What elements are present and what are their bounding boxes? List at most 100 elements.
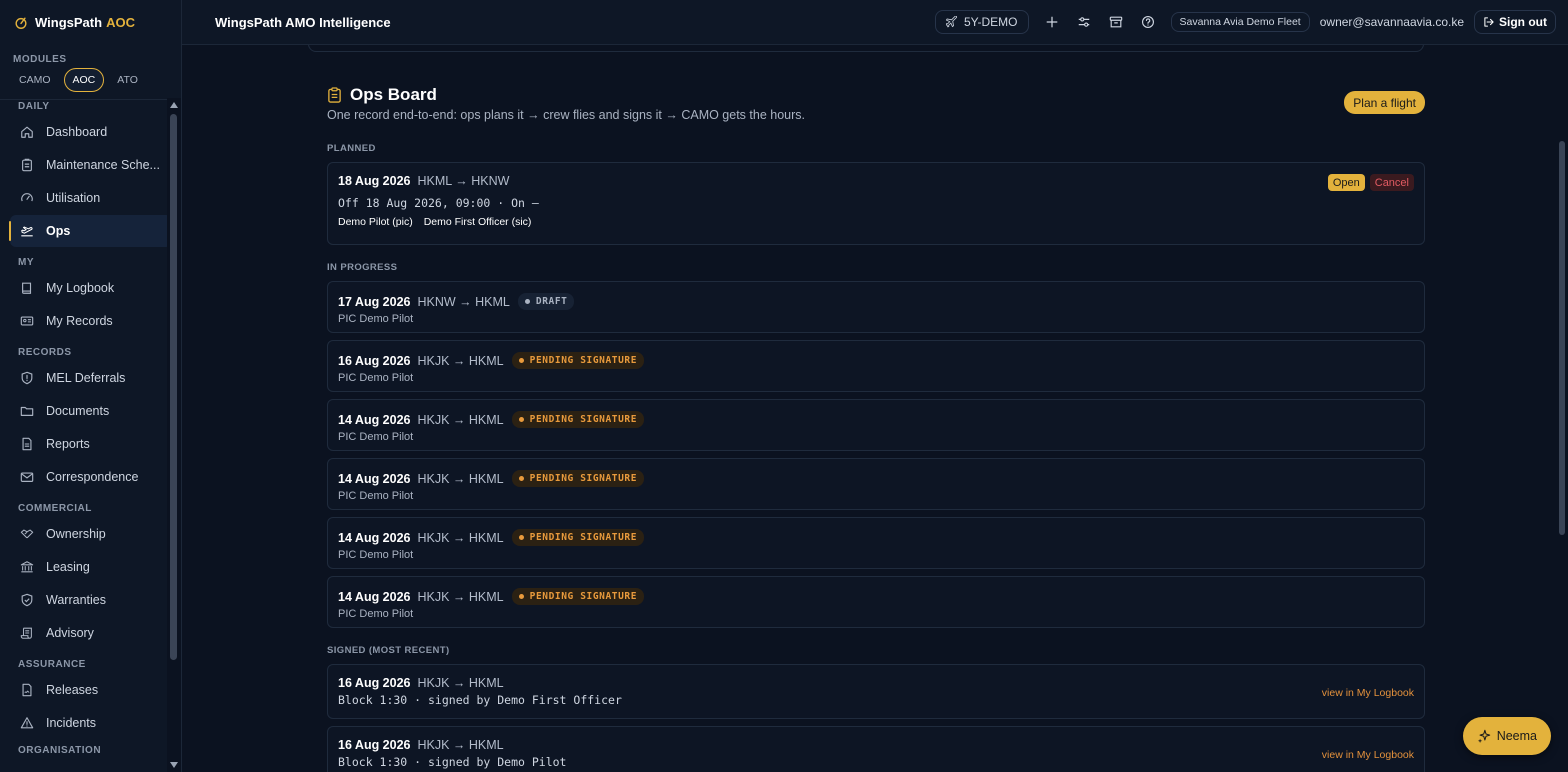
module-tab-ato[interactable]: ATO (108, 68, 147, 92)
help-icon[interactable] (1141, 15, 1155, 29)
sidebar-item-ownership[interactable]: Ownership (10, 518, 172, 550)
flight-off-on-times: Off 18 Aug 2026, 09:00 · On — (338, 196, 539, 210)
flight-date: 16 Aug 2026 (338, 353, 411, 368)
sign-out-button[interactable]: Sign out (1474, 10, 1556, 34)
plus-icon[interactable] (1045, 15, 1059, 29)
module-tab-camo[interactable]: CAMO (10, 68, 60, 92)
flight-card[interactable]: 14 Aug 2026 HKJK → HKML PENDING SIGNATUR… (327, 458, 1425, 510)
neema-assistant-button[interactable]: Neema (1462, 717, 1551, 755)
flight-card[interactable]: 16 Aug 2026 HKJK → HKML PENDING SIGNATUR… (327, 340, 1425, 392)
shield-check-icon (21, 593, 33, 607)
sidebar-item-releases[interactable]: Releases (10, 674, 172, 706)
flight-route: HKJK → HKML (417, 530, 504, 545)
main-scrollbar-thumb[interactable] (1559, 141, 1565, 535)
sidebar-item-reports[interactable]: Reports (10, 428, 172, 460)
status-badge: DRAFT (517, 293, 575, 310)
flight-header: 14 Aug 2026 HKJK → HKML PENDING SIGNATUR… (338, 588, 1414, 605)
flight-header: 14 Aug 2026 HKJK → HKML PENDING SIGNATUR… (338, 529, 1414, 546)
sidebar-item-label: Reports (46, 437, 90, 451)
signed-flight-card[interactable]: 16 Aug 2026 HKJK → HKML Block 1:30 · sig… (327, 726, 1425, 772)
flight-route: HKJK → HKML (417, 412, 504, 427)
cancel-flight-button[interactable]: Cancel (1369, 174, 1414, 191)
page-title: Ops Board (327, 85, 1425, 105)
sidebar-item-documents[interactable]: Documents (10, 395, 172, 427)
aircraft-selector[interactable]: 5Y-DEMO (934, 10, 1029, 34)
view-in-logbook-link[interactable]: view in My Logbook (1322, 749, 1414, 761)
flight-block-info: Block 1:30 · signed by Demo Pilot (338, 755, 567, 769)
sidebar-item-label: Utilisation (46, 191, 101, 205)
sidebar-item-correspondence[interactable]: Correspondence (10, 461, 172, 493)
open-flight-button[interactable]: Open (1327, 174, 1365, 191)
crew-list: Demo Pilot (pic) Demo First Officer (sic… (338, 216, 1414, 228)
section-label-planned: PLANNED (327, 143, 376, 154)
flight-crew: PIC Demo Pilot (338, 313, 414, 325)
plane-takeoff-icon (21, 226, 33, 237)
flight-route: HKNW → HKML (417, 294, 510, 309)
sidebar-scrollbar-thumb[interactable] (170, 114, 177, 660)
planned-flight-card[interactable]: 18 Aug 2026 HKML → HKNW Off 18 Aug 2026,… (327, 162, 1425, 245)
sidebar-scrollbar[interactable] (167, 98, 181, 772)
flight-header: 16 Aug 2026 HKJK → HKML (338, 676, 1414, 690)
app-title: WingsPath AMO Intelligence (215, 14, 391, 30)
sidebar-item-label: Ownership (46, 527, 106, 541)
previous-card-edge (308, 45, 1424, 52)
archive-icon[interactable] (1109, 15, 1123, 29)
sidebar-item-label: Advisory (46, 626, 94, 640)
sidebar-item-label: Leasing (46, 560, 90, 574)
status-badge: PENDING SIGNATURE (511, 411, 645, 428)
signed-flight-card[interactable]: 16 Aug 2026 HKJK → HKML Block 1:30 · sig… (327, 664, 1425, 719)
flight-card[interactable]: 14 Aug 2026 HKJK → HKML PENDING SIGNATUR… (327, 517, 1425, 569)
plane-icon (945, 16, 957, 28)
flight-card[interactable]: 17 Aug 2026 HKNW → HKML DRAFT PIC Demo P… (327, 281, 1425, 333)
sidebar-item-dashboard[interactable]: Dashboard (10, 116, 172, 148)
section-label-in-progress: IN PROGRESS (327, 262, 398, 273)
module-tab-aoc[interactable]: AOC (63, 68, 105, 92)
flight-date: 14 Aug 2026 (338, 530, 411, 545)
sidebar-item-label: Releases (46, 683, 99, 697)
nav-section-my: MY (18, 257, 34, 268)
flight-header: 16 Aug 2026 HKJK → HKML PENDING SIGNATUR… (338, 352, 1414, 369)
crew-member: Demo First Officer (sic) (423, 216, 532, 228)
view-in-logbook-link[interactable]: view in My Logbook (1322, 687, 1414, 699)
flight-card[interactable]: 14 Aug 2026 HKJK → HKML PENDING SIGNATUR… (327, 399, 1425, 451)
scroll-up-icon[interactable] (170, 102, 178, 108)
flight-crew: PIC Demo Pilot (338, 549, 414, 561)
file-text-icon (22, 437, 32, 451)
flight-route: HKJK → HKML (417, 738, 504, 752)
module-switcher: CAMO AOC ATO (0, 65, 181, 92)
sidebar-item-my-logbook[interactable]: My Logbook (10, 272, 172, 304)
brand[interactable]: WingsPath AOC (0, 0, 181, 45)
sidebar-item-my-records[interactable]: My Records (10, 305, 172, 337)
brand-logo-icon (15, 16, 27, 29)
brand-name: WingsPath (35, 15, 103, 30)
flight-date: 14 Aug 2026 (338, 471, 411, 486)
sidebar-item-leasing[interactable]: Leasing (10, 551, 172, 583)
plan-flight-button[interactable]: Plan a flight (1344, 91, 1425, 114)
nav-section-records: RECORDS (18, 347, 72, 358)
sidebar-item-advisory[interactable]: Advisory (10, 617, 172, 649)
sidebar-item-incidents[interactable]: Incidents (10, 707, 172, 739)
flight-card[interactable]: 14 Aug 2026 HKJK → HKML PENDING SIGNATUR… (327, 576, 1425, 628)
main-scrollbar[interactable] (1556, 45, 1568, 772)
sidebar-item-ops[interactable]: Ops (9, 215, 172, 247)
fleet-selector[interactable]: Savanna Avia Demo Fleet (1170, 12, 1310, 32)
flight-date: 18 Aug 2026 (338, 174, 411, 188)
status-badge: PENDING SIGNATURE (511, 352, 645, 369)
clipboard-icon (328, 87, 341, 103)
sidebar-item-label: My Logbook (46, 281, 115, 295)
sparkle-icon (1477, 729, 1490, 743)
flight-route: HKJK → HKML (417, 353, 504, 368)
neema-label: Neema (1496, 729, 1537, 743)
sliders-icon[interactable] (1077, 15, 1091, 29)
flight-header: 14 Aug 2026 HKJK → HKML PENDING SIGNATUR… (338, 411, 1414, 428)
sidebar-item-utilisation[interactable]: Utilisation (10, 182, 172, 214)
sidebar-item-label: Warranties (46, 593, 106, 607)
scroll-down-icon[interactable] (170, 762, 178, 768)
modules-label: MODULES (13, 54, 67, 65)
flight-route: HKJK → HKML (417, 676, 504, 690)
sidebar-item-mel-deferrals[interactable]: MEL Deferrals (10, 362, 172, 394)
sidebar-item-warranties[interactable]: Warranties (10, 584, 172, 616)
sidebar-item-maintenance-schedule[interactable]: Maintenance Sche... (10, 149, 172, 181)
bank-icon (20, 561, 34, 573)
nav-section-assurance: ASSURANCE (18, 659, 86, 670)
